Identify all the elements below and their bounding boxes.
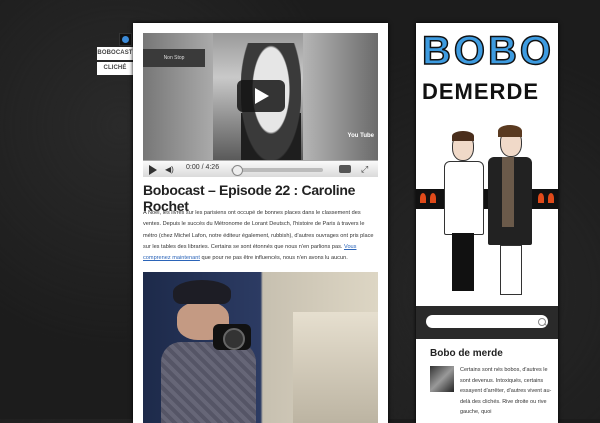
site-logo-line2[interactable]: DEMERDE bbox=[422, 79, 539, 105]
video-frame[interactable]: Non Stop You Tube bbox=[143, 33, 378, 160]
search-icon[interactable] bbox=[538, 318, 546, 326]
volume-icon[interactable]: ◀) bbox=[165, 165, 174, 174]
play-icon[interactable] bbox=[149, 165, 157, 175]
avatar bbox=[430, 366, 454, 392]
video-player[interactable]: Non Stop You Tube ◀) 0:00 / 4:26 ⤢ bbox=[143, 33, 378, 177]
fullscreen-icon[interactable]: ⤢ bbox=[361, 164, 368, 175]
post-body: A Noël, les livres sur les parisiens ont… bbox=[143, 210, 374, 262]
play-overlay-button[interactable] bbox=[237, 80, 285, 112]
about-title: Bobo de merde bbox=[430, 348, 503, 359]
post: Non Stop You Tube ◀) 0:00 / 4:26 ⤢ Boboc… bbox=[133, 23, 388, 423]
seek-bar[interactable] bbox=[231, 168, 323, 172]
tag-bobocast[interactable]: BOBOCAST bbox=[97, 47, 133, 60]
search-bar bbox=[416, 306, 558, 339]
video-controls: ◀) 0:00 / 4:26 ⤢ bbox=[143, 160, 378, 177]
quality-icon[interactable] bbox=[339, 165, 351, 173]
search-input[interactable] bbox=[426, 315, 548, 328]
post-type-icon bbox=[119, 33, 132, 46]
header-illustration bbox=[416, 113, 558, 305]
seek-handle[interactable] bbox=[232, 165, 243, 176]
video-time: 0:00 / 4:26 bbox=[186, 164, 220, 171]
tag-cliche[interactable]: CLICHÉ bbox=[97, 62, 133, 75]
camera-icon bbox=[213, 324, 251, 350]
shop-sign: Non Stop bbox=[143, 49, 205, 67]
sidebar: BOBO DEMERDE Bobo de merde Certains sont… bbox=[416, 23, 558, 423]
about-text: Certains sont nés bobos, d'autres le son… bbox=[460, 367, 552, 415]
post-photo bbox=[143, 272, 378, 423]
youtube-logo[interactable]: You Tube bbox=[348, 133, 374, 139]
site-logo-line1[interactable]: BOBO bbox=[421, 28, 554, 74]
